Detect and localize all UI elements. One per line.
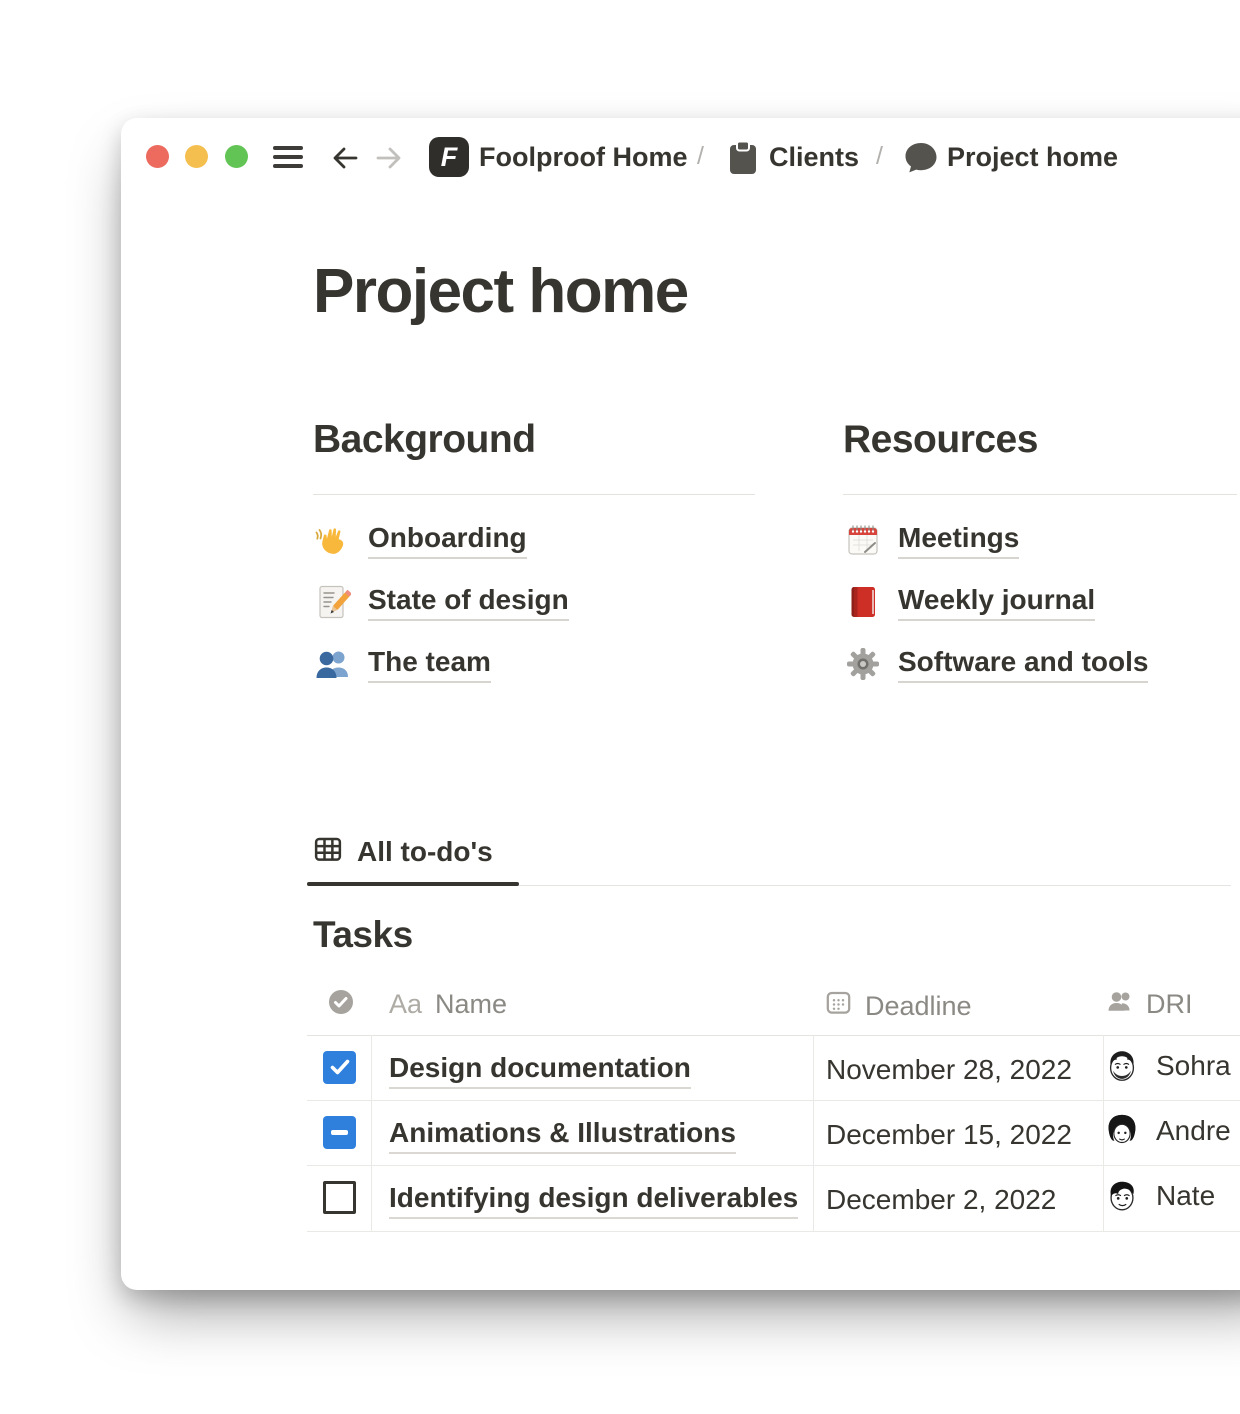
section-background: Background Onboarding [313,418,755,695]
link-label: Software and tools [898,645,1148,684]
task-name-link[interactable]: Identifying design deliverables [389,1182,798,1219]
tasks-title: Tasks [313,914,413,956]
dri-name: Sohra [1156,1050,1231,1082]
task-deadline[interactable]: November 28, 2022 [826,1054,1072,1086]
tab-all-todos[interactable]: All to-do's [313,834,493,869]
link-software-and-tools[interactable]: Software and tools [843,633,1240,695]
task-deadline[interactable]: December 2, 2022 [826,1184,1056,1216]
link-onboarding[interactable]: Onboarding [313,509,755,571]
tasks-table: Aa Name Deadline [307,975,1240,1231]
avatar [1103,1047,1141,1085]
section-heading: Background [313,418,755,462]
zoom-button[interactable] [225,145,248,168]
link-label: Weekly journal [898,583,1095,622]
table-header: Aa Name Deadline [307,975,1240,1035]
link-the-team[interactable]: The team [313,633,755,695]
clipboard-icon [727,140,759,181]
task-checkbox-1[interactable] [323,1116,356,1149]
column-label: Deadline [865,991,972,1022]
section-divider [843,494,1237,495]
column-header-done[interactable] [328,989,354,1022]
breadcrumb-item-project-home[interactable]: Project home [947,142,1118,173]
table-view-icon [313,834,343,869]
task-name-link[interactable]: Design documentation [389,1052,691,1089]
task-name-link[interactable]: Animations & Illustrations [389,1117,736,1154]
task-checkbox-0[interactable] [323,1051,356,1084]
view-tab-bar: All to-do's [307,834,1233,888]
task-dri[interactable]: Sohra [1103,1047,1231,1085]
section-divider [313,494,755,495]
avatar [1103,1112,1141,1150]
link-state-of-design[interactable]: State of design [313,571,755,633]
check-circle-icon [328,989,354,1022]
column-header-dri[interactable]: DRI [1107,989,1193,1020]
task-checkbox-2[interactable] [323,1181,356,1214]
table-row: Identifying design deliverables December… [307,1165,1240,1230]
table-divider [307,1231,1240,1232]
dri-name: Andre [1156,1115,1231,1147]
link-meetings[interactable]: Meetings [843,509,1240,571]
column-header-deadline[interactable]: Deadline [825,989,972,1023]
table-row: Design documentation November 28, 2022 S… [307,1035,1240,1100]
breadcrumb-separator: / [876,142,883,171]
waving-hand-icon [313,520,353,560]
page-title: Project home [313,256,688,327]
breadcrumb-item-foolproof-home[interactable]: Foolproof Home [479,142,687,173]
column-label: Name [435,989,507,1020]
link-label: The team [368,645,491,684]
speech-bubble-icon [904,142,938,179]
gear-icon [843,644,883,684]
column-label: DRI [1146,989,1193,1020]
link-weekly-journal[interactable]: Weekly journal [843,571,1240,633]
link-label: Onboarding [368,521,527,560]
minimize-button[interactable] [185,145,208,168]
spiral-calendar-icon [843,520,883,560]
task-dri[interactable]: Nate [1103,1177,1215,1215]
calendar-icon [825,989,852,1023]
task-dri[interactable]: Andre [1103,1112,1231,1150]
table-row: Animations & Illustrations December 15, … [307,1100,1240,1165]
menu-icon[interactable] [273,146,303,168]
busts-in-silhouette-icon [313,644,353,684]
breadcrumb-separator: / [697,142,704,171]
app-window: F Foolproof Home / Clients / Project hom… [121,118,1240,1290]
text-type-icon: Aa [389,989,422,1020]
task-deadline[interactable]: December 15, 2022 [826,1119,1072,1151]
section-resources: Resources Meetings [843,418,1240,695]
link-label: Meetings [898,521,1019,560]
memo-icon [313,582,353,622]
link-label: State of design [368,583,569,622]
back-arrow-icon[interactable] [329,142,361,174]
section-heading: Resources [843,418,1240,462]
red-book-icon [843,582,883,622]
forward-arrow-icon[interactable] [373,142,405,174]
people-icon [1107,989,1134,1020]
close-button[interactable] [146,145,169,168]
column-header-name[interactable]: Aa Name [389,989,507,1020]
avatar [1103,1177,1141,1215]
breadcrumb-item-clients[interactable]: Clients [769,142,859,173]
active-tab-underline [307,882,519,886]
dri-name: Nate [1156,1180,1215,1212]
titlebar: F Foolproof Home / Clients / Project hom… [121,118,1240,198]
tab-label: All to-do's [357,836,493,868]
foolproof-logo-icon[interactable]: F [429,137,469,177]
